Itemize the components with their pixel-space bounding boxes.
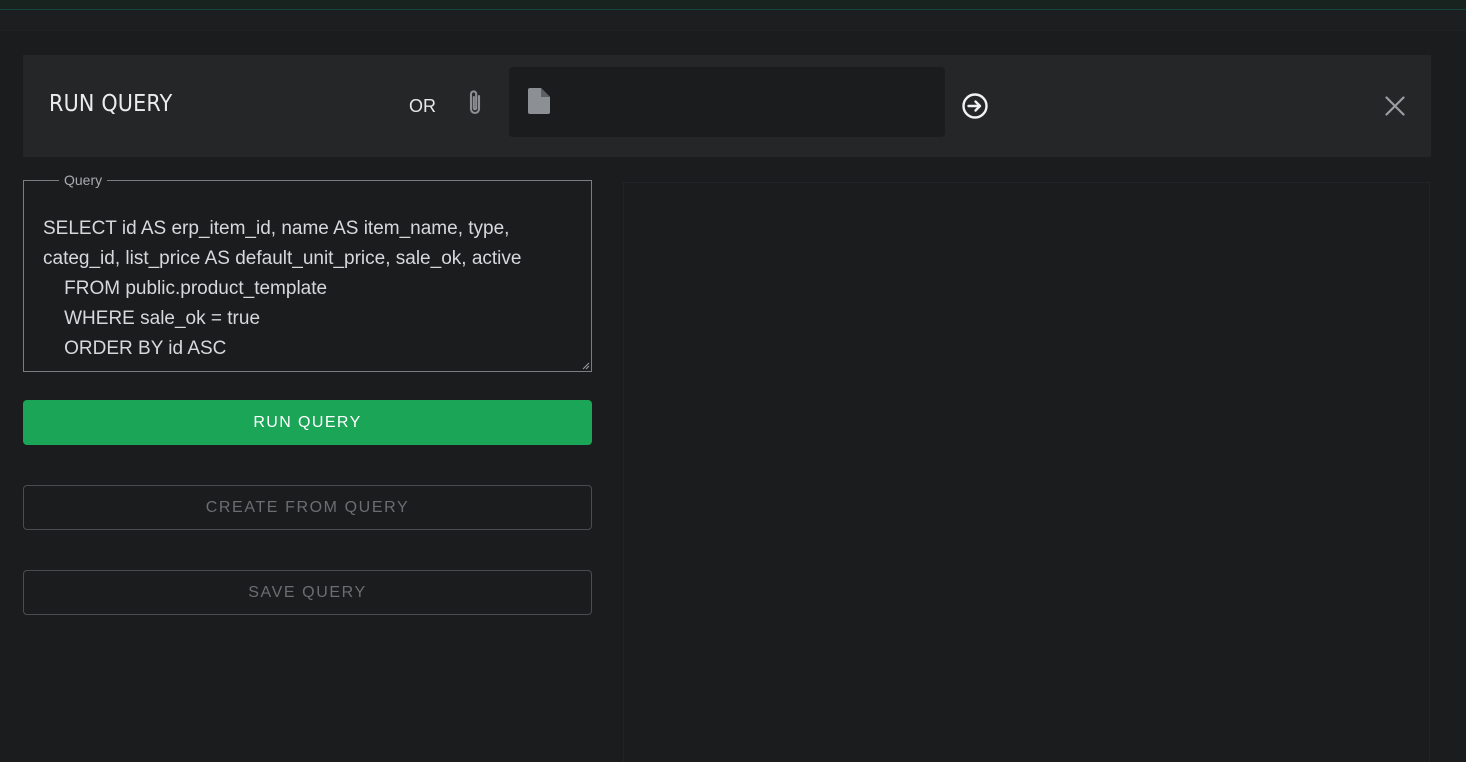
query-field: Query SELECT id AS erp_item_id, name AS … — [23, 172, 592, 374]
or-label: OR — [409, 96, 436, 116]
query-textarea[interactable]: SELECT id AS erp_item_id, name AS item_n… — [43, 214, 583, 374]
submit-file-button[interactable] — [960, 91, 990, 121]
close-button[interactable] — [1381, 92, 1409, 120]
page-title: RUN QUERY — [49, 91, 173, 117]
arrow-right-circle-icon — [962, 93, 988, 119]
query-legend: Query — [64, 172, 103, 188]
top-accent-bar — [0, 0, 1466, 10]
save-query-button[interactable]: SAVE QUERY — [23, 570, 592, 615]
results-panel — [623, 182, 1430, 762]
run-query-header: RUN QUERY OR — [23, 55, 1431, 157]
resize-handle-icon[interactable] — [582, 362, 590, 370]
paperclip-icon — [469, 90, 481, 115]
close-icon — [1385, 96, 1405, 116]
file-upload-field[interactable] — [509, 67, 945, 137]
file-icon — [528, 88, 550, 114]
attach-file-button[interactable] — [463, 87, 487, 119]
run-query-button[interactable]: RUN QUERY — [23, 400, 592, 445]
top-strip — [0, 10, 1466, 31]
create-from-query-button[interactable]: CREATE FROM QUERY — [23, 485, 592, 530]
